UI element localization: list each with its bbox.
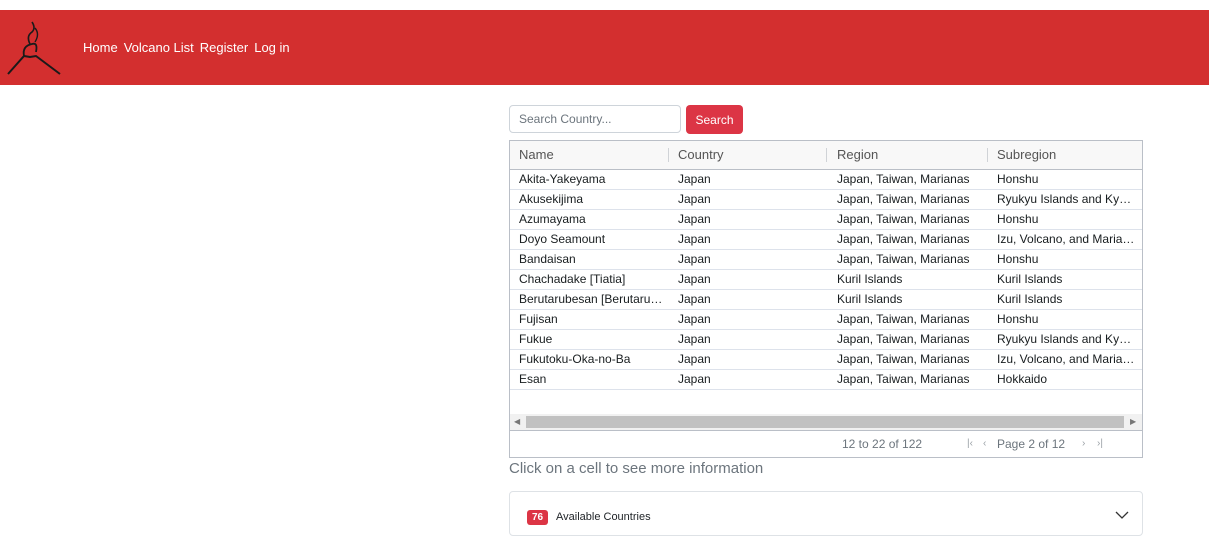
cell-name[interactable]: Akusekijima (519, 190, 664, 209)
nav-login-link[interactable]: Log in (254, 40, 289, 55)
cell-country[interactable]: Japan (678, 270, 823, 289)
search-button[interactable]: Search (686, 105, 743, 134)
scroll-right-icon[interactable]: ▶ (1130, 416, 1136, 428)
cell-country[interactable]: Japan (678, 330, 823, 349)
cell-region[interactable]: Japan, Taiwan, Marianas (837, 370, 983, 389)
cell-subregion[interactable]: Ryukyu Islands and Kyushu (997, 190, 1135, 209)
column-header-subregion[interactable]: Subregion (997, 141, 1056, 169)
cell-country[interactable]: Japan (678, 350, 823, 369)
accordion-label: Available Countries (556, 511, 651, 523)
search-input[interactable] (509, 105, 681, 133)
cell-subregion[interactable]: Izu, Volcano, and Mariana Islands (997, 230, 1135, 249)
countries-count-badge: 76 (527, 510, 549, 525)
cell-country[interactable]: Japan (678, 290, 823, 309)
cell-subregion[interactable]: Kuril Islands (997, 290, 1135, 309)
cell-country[interactable]: Japan (678, 190, 823, 209)
cell-name[interactable]: Chachadake [Tiatia] (519, 270, 664, 289)
cell-name[interactable]: Bandaisan (519, 250, 664, 269)
chevron-down-icon[interactable] (1115, 510, 1129, 520)
cell-subregion[interactable]: Ryukyu Islands and Kyushu (997, 330, 1135, 349)
cell-region[interactable]: Japan, Taiwan, Marianas (837, 250, 983, 269)
cell-country[interactable]: Japan (678, 170, 823, 189)
next-page-icon[interactable]: › (1082, 438, 1085, 450)
cell-name[interactable]: Akita-Yakeyama (519, 170, 664, 189)
cell-region[interactable]: Japan, Taiwan, Marianas (837, 190, 983, 209)
cell-country[interactable]: Japan (678, 310, 823, 329)
cell-region[interactable]: Kuril Islands (837, 290, 983, 309)
column-separator[interactable] (826, 148, 827, 162)
table-row[interactable]: Fukue Japan Japan, Taiwan, Marianas Ryukyu … (510, 330, 1142, 350)
cell-region[interactable]: Japan, Taiwan, Marianas (837, 310, 983, 329)
table-row[interactable]: Fujisan Japan Japan, Taiwan, Marianas Honsh… (510, 310, 1142, 330)
cell-name[interactable]: Doyo Seamount (519, 230, 664, 249)
pagination-panel: 12 to 22 of 122 |‹ ‹ Page 2 of 12 › ›| (510, 430, 1142, 457)
column-header-region[interactable]: Region (837, 141, 878, 169)
cell-subregion[interactable]: Hokkaido (997, 370, 1135, 389)
column-separator[interactable] (987, 148, 988, 162)
column-header-country[interactable]: Country (678, 141, 724, 169)
first-page-icon[interactable]: |‹ (967, 438, 973, 450)
cell-name[interactable]: Fukutoku-Oka-no-Ba (519, 350, 664, 369)
cell-name[interactable]: Fukue (519, 330, 664, 349)
volcano-grid: Name Country Region Subregion Akita-Yake… (509, 140, 1143, 458)
cell-name[interactable]: Azumayama (519, 210, 664, 229)
cell-subregion[interactable]: Izu, Volcano, and Mariana Islands (997, 350, 1135, 369)
cell-subregion[interactable]: Honshu (997, 250, 1135, 269)
pagination-page: Page 2 of 12 (997, 437, 1066, 451)
table-row[interactable]: Akita-Yakeyama Japan Japan, Taiwan, Marian… (510, 170, 1142, 190)
table-row[interactable]: Fukutoku-Oka-no-Ba Japan Japan, Taiwan, Ma… (510, 350, 1142, 370)
cell-subregion[interactable]: Honshu (997, 210, 1135, 229)
nav-volcano-list-link[interactable]: Volcano List (124, 40, 194, 55)
volcano-logo-icon[interactable] (4, 16, 64, 78)
cell-region[interactable]: Japan, Taiwan, Marianas (837, 210, 983, 229)
cell-region[interactable]: Kuril Islands (837, 270, 983, 289)
grid-hint-text: Click on a cell to see more information (509, 460, 764, 477)
table-row[interactable]: Chachadake [Tiatia] Japan Kuril Islands Kur… (510, 270, 1142, 290)
navbar: Home Volcano List Register Log in (0, 10, 1209, 85)
grid-header: Name Country Region Subregion (510, 141, 1142, 170)
table-row[interactable]: Akusekijima Japan Japan, Taiwan, Marianas R… (510, 190, 1142, 210)
table-row[interactable]: Berutarubesan [Berutarube] Japan Kuril Isl… (510, 290, 1142, 310)
cell-country[interactable]: Japan (678, 250, 823, 269)
cell-country[interactable]: Japan (678, 370, 823, 389)
cell-country[interactable]: Japan (678, 210, 823, 229)
last-page-icon[interactable]: ›| (1097, 438, 1103, 450)
cell-name[interactable]: Fujisan (519, 310, 664, 329)
cell-subregion[interactable]: Honshu (997, 310, 1135, 329)
cell-subregion[interactable]: Honshu (997, 170, 1135, 189)
table-row[interactable]: Bandaisan Japan Japan, Taiwan, Marianas Hon… (510, 250, 1142, 270)
cell-subregion[interactable]: Kuril Islands (997, 270, 1135, 289)
column-separator[interactable] (668, 148, 669, 162)
cell-region[interactable]: Japan, Taiwan, Marianas (837, 350, 983, 369)
cell-name[interactable]: Berutarubesan [Berutarube] (519, 290, 664, 309)
nav-register-link[interactable]: Register (200, 40, 248, 55)
cell-region[interactable]: Japan, Taiwan, Marianas (837, 230, 983, 249)
column-header-name[interactable]: Name (519, 141, 554, 169)
scrollbar-thumb[interactable] (526, 416, 1124, 428)
cell-region[interactable]: Japan, Taiwan, Marianas (837, 170, 983, 189)
horizontal-scrollbar[interactable]: ◀ ▶ (510, 414, 1142, 430)
cell-region[interactable]: Japan, Taiwan, Marianas (837, 330, 983, 349)
available-countries-accordion[interactable]: 76 Available Countries (509, 491, 1143, 536)
cell-name[interactable]: Esan (519, 370, 664, 389)
scroll-left-icon[interactable]: ◀ (514, 416, 520, 428)
nav-links: Home Volcano List Register Log in (83, 40, 290, 55)
table-row[interactable]: Azumayama Japan Japan, Taiwan, Marianas Hon… (510, 210, 1142, 230)
nav-home-link[interactable]: Home (83, 40, 118, 55)
table-row[interactable]: Doyo Seamount Japan Japan, Taiwan, Mariana… (510, 230, 1142, 250)
table-row[interactable]: Esan Japan Japan, Taiwan, Marianas Hokkaido (510, 370, 1142, 390)
previous-page-icon[interactable]: ‹ (983, 438, 986, 450)
pagination-range: 12 to 22 of 122 (842, 437, 923, 451)
cell-country[interactable]: Japan (678, 230, 823, 249)
